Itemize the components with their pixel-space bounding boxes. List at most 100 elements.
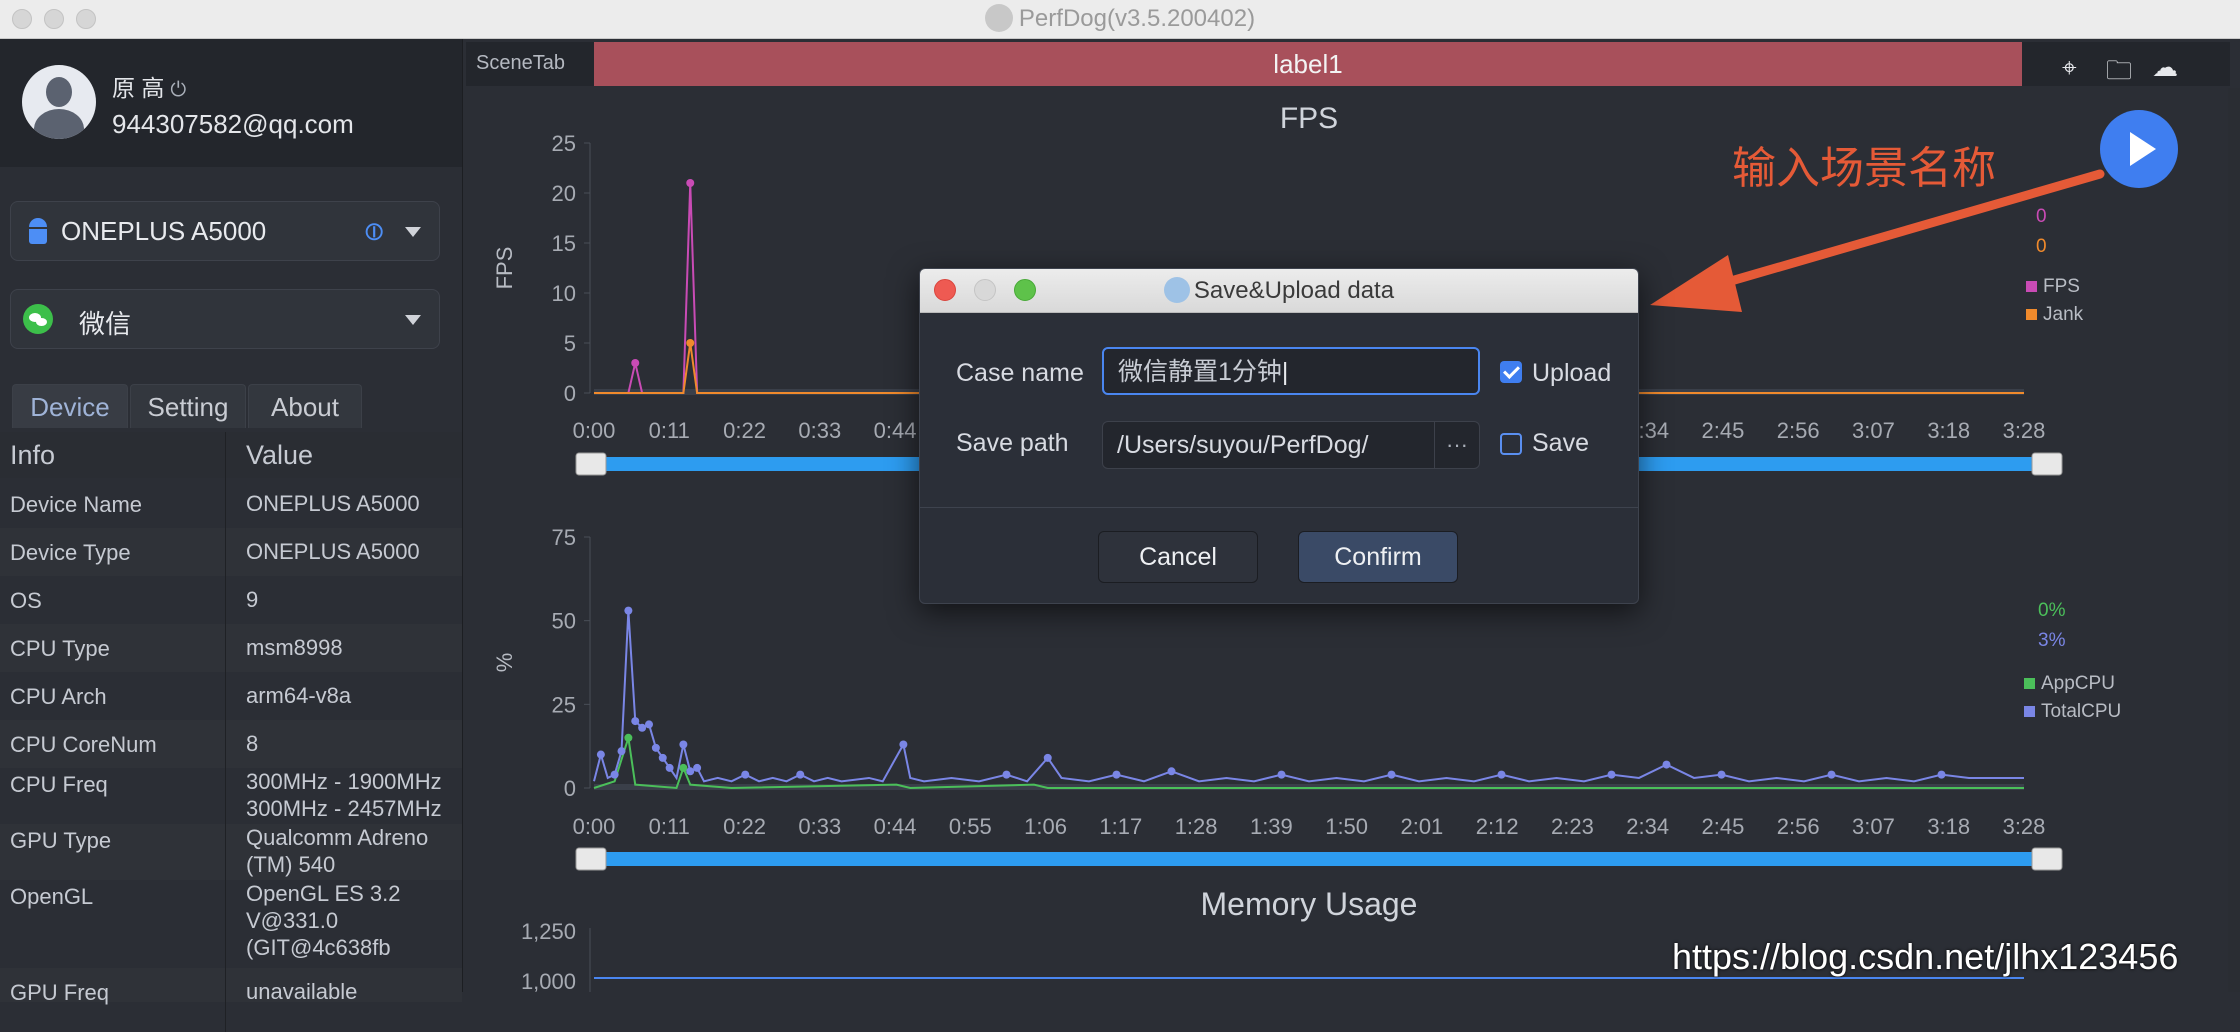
table-cell-value: 300MHz - 1900MHz 300MHz - 2457MHz bbox=[246, 769, 442, 821]
cancel-button[interactable]: Cancel bbox=[1098, 531, 1258, 583]
data-point bbox=[1662, 760, 1671, 769]
table-cell-value: OpenGL ES 3.2 V@331.0 (GIT@4c638fb bbox=[246, 881, 401, 960]
slider-handle-right bbox=[2031, 452, 2063, 476]
data-point bbox=[693, 763, 702, 772]
data-point bbox=[645, 720, 653, 729]
legend-swatch bbox=[2024, 678, 2035, 690]
chart-title: FPS bbox=[1280, 102, 1338, 135]
table-cell-key: GPU Freq bbox=[10, 980, 110, 1005]
x-tick-label: 0:55 bbox=[949, 814, 992, 839]
table-cell-key: GPU Type bbox=[10, 828, 112, 853]
x-tick-label: 3:07 bbox=[1852, 418, 1895, 443]
table-row: CPU Arch arm64-v8a bbox=[0, 672, 462, 720]
confirm-button[interactable]: Confirm bbox=[1298, 531, 1458, 583]
x-tick-label: 0:00 bbox=[573, 814, 616, 839]
tab-about[interactable]: About bbox=[248, 384, 362, 428]
table-cell-key: CPU Freq bbox=[10, 772, 108, 797]
x-tick-label: 2:23 bbox=[1551, 814, 1594, 839]
scene-tab-label[interactable]: SceneTab bbox=[476, 52, 565, 75]
table-row: Device Name ONEPLUS A5000 bbox=[0, 480, 462, 528]
app-logo-icon bbox=[1163, 276, 1190, 303]
x-tick-label: 2:56 bbox=[1777, 418, 1820, 443]
y-tick-label: 15 bbox=[552, 231, 576, 256]
device-select[interactable]: ONEPLUS A5000 ⊘ bbox=[10, 201, 440, 261]
data-point bbox=[741, 770, 750, 779]
table-row: GPU Freq unavailable bbox=[0, 968, 462, 1005]
annotation-arrow-icon bbox=[1650, 169, 2105, 312]
save-upload-dialog: Save&Upload data Case name 微信静置1分钟| Uplo… bbox=[919, 268, 1639, 604]
data-point bbox=[899, 740, 908, 749]
table-cell-key: Device Type bbox=[10, 540, 131, 565]
play-button[interactable] bbox=[2100, 110, 2178, 188]
scene-bar: SceneTab label1 ⌖ 🗀 ☁ bbox=[466, 42, 2230, 86]
user-name: 原 高 ⏻ bbox=[112, 69, 186, 103]
window-title-text: PerfDog(v3.5.200402) bbox=[1018, 5, 1256, 32]
table-row: GPU Type Qualcomm Adreno (TM) 540 bbox=[0, 824, 462, 880]
avatar[interactable] bbox=[22, 65, 96, 139]
x-tick-label: 2:45 bbox=[1702, 418, 1745, 443]
slider-handle-left bbox=[575, 847, 607, 871]
x-tick-label: 2:56 bbox=[1777, 814, 1820, 839]
data-point bbox=[796, 770, 805, 779]
table-row: CPU CoreNum 8 bbox=[0, 720, 462, 768]
data-point bbox=[610, 770, 619, 779]
y-tick-label: 75 bbox=[552, 525, 576, 550]
link-icon[interactable]: ⊘ bbox=[355, 213, 392, 250]
x-tick-label: 1:39 bbox=[1250, 814, 1293, 839]
app-logo-icon bbox=[984, 3, 1013, 32]
y-tick-label: 5 bbox=[564, 331, 576, 356]
data-point bbox=[1167, 767, 1176, 776]
y-tick-label: 50 bbox=[552, 609, 576, 634]
save-path-input[interactable]: /Users/suyou/PerfDog/ ··· bbox=[1102, 421, 1480, 469]
data-point bbox=[679, 763, 688, 772]
legend-item-totalcpu[interactable]: TotalCPU bbox=[2024, 701, 2121, 723]
y-tick-label: 25 bbox=[552, 692, 576, 717]
data-point bbox=[617, 747, 626, 756]
x-tick-label: 0:33 bbox=[798, 418, 841, 443]
chevron-down-icon[interactable] bbox=[405, 315, 421, 325]
table-cell-key: Device Name bbox=[10, 492, 143, 517]
table-cell-value: arm64-v8a bbox=[246, 683, 352, 708]
tab-setting[interactable]: Setting bbox=[130, 384, 246, 428]
data-point bbox=[1717, 770, 1726, 779]
table-cell-key: OpenGL bbox=[10, 884, 94, 909]
table-row: CPU Freq 300MHz - 1900MHz 300MHz - 2457MH… bbox=[0, 768, 462, 824]
chevron-down-icon[interactable] bbox=[405, 227, 421, 237]
data-point bbox=[596, 750, 605, 759]
data-point bbox=[651, 743, 660, 752]
legend-label: TotalCPU bbox=[2041, 701, 2122, 722]
dialog-title-text: Save&Upload data bbox=[1193, 277, 1395, 304]
data-point bbox=[1497, 770, 1506, 779]
x-tick-label: 0:33 bbox=[798, 814, 841, 839]
legend-label: AppCPU bbox=[2041, 673, 2115, 694]
x-tick-label: 0:22 bbox=[723, 814, 766, 839]
x-tick-label: 0:11 bbox=[649, 814, 690, 839]
browse-button[interactable]: ··· bbox=[1434, 422, 1479, 468]
time-range-slider bbox=[586, 852, 2046, 866]
wechat-icon bbox=[23, 304, 53, 334]
legend-item-appcpu[interactable]: AppCPU bbox=[2024, 673, 2115, 695]
case-name-input[interactable]: 微信静置1分钟| bbox=[1102, 347, 1480, 395]
scene-label[interactable]: label1 bbox=[594, 42, 2022, 86]
slider-handle-left bbox=[575, 452, 607, 476]
table-cell-key: CPU Type bbox=[10, 636, 110, 661]
data-point bbox=[665, 763, 674, 772]
user-name-text: 原 高 bbox=[112, 75, 165, 101]
app-select[interactable]: 微信 bbox=[10, 289, 440, 349]
upload-label: Upload bbox=[1532, 359, 1612, 387]
power-icon[interactable]: ⏻ bbox=[170, 79, 186, 101]
table-cell-value: 9 bbox=[246, 587, 259, 612]
upload-checkbox[interactable] bbox=[1500, 361, 1522, 383]
data-point bbox=[686, 339, 695, 347]
case-name-value: 微信静置1分钟 bbox=[1118, 358, 1282, 386]
cloud-icon[interactable]: ☁ bbox=[2152, 52, 2178, 83]
tab-device[interactable]: Device bbox=[12, 384, 128, 428]
data-point bbox=[1043, 753, 1052, 762]
save-checkbox[interactable] bbox=[1500, 433, 1522, 455]
vertical-scrollbar[interactable] bbox=[2228, 88, 2240, 992]
legend-swatch bbox=[2024, 706, 2035, 718]
x-tick-label: 3:18 bbox=[1927, 814, 1970, 839]
data-point bbox=[624, 606, 633, 615]
location-icon[interactable]: ⌖ bbox=[2062, 52, 2077, 84]
data-point bbox=[1827, 770, 1836, 779]
